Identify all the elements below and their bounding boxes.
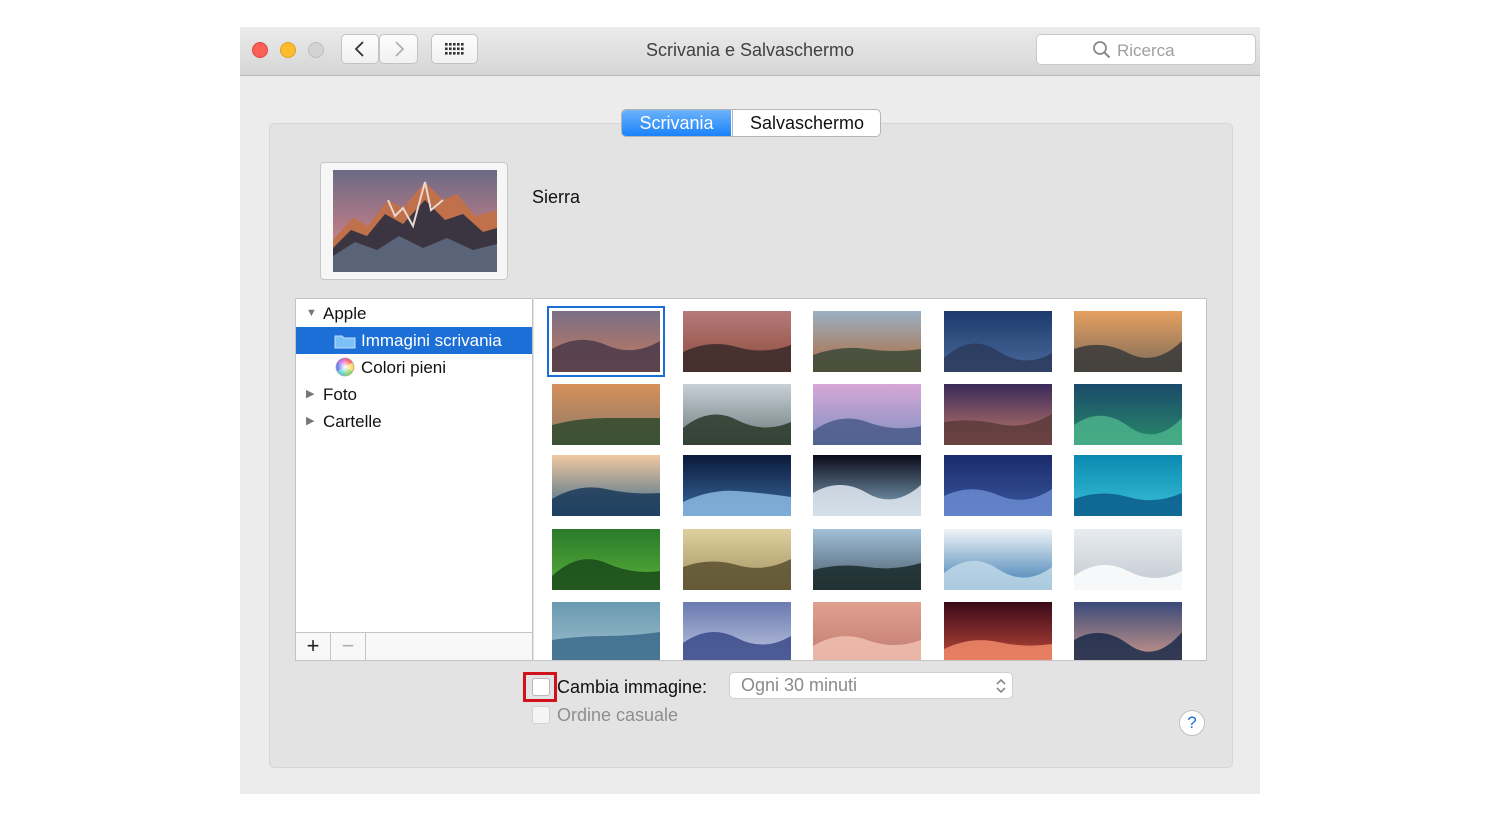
random-order-label: Ordine casuale xyxy=(557,705,679,725)
wallpaper-thumbnail[interactable] xyxy=(1074,311,1182,372)
wallpaper-thumbnail[interactable] xyxy=(552,455,660,516)
source-list: ▼ Apple Immagini scrivania Colori pieni … xyxy=(295,298,533,661)
change-picture-label: Cambia immagine: xyxy=(557,677,708,697)
wallpaper-image xyxy=(683,384,791,445)
disclosure-right-icon: ▶ xyxy=(306,388,315,400)
wallpaper-thumbnail[interactable] xyxy=(813,311,921,372)
wallpaper-image xyxy=(683,529,791,590)
wallpaper-image xyxy=(552,455,660,516)
wallpaper-image xyxy=(1074,529,1182,590)
wallpaper-thumbnail[interactable] xyxy=(1074,602,1182,660)
wallpaper-image xyxy=(1074,384,1182,445)
sidebar-item-colori-pieni[interactable]: Colori pieni xyxy=(296,354,532,381)
title-bar: Scrivania e Salvaschermo Ricerca xyxy=(240,27,1260,76)
sidebar-item-label: Cartelle xyxy=(323,412,382,431)
search-icon xyxy=(1093,41,1111,59)
tab-scrivania[interactable]: Scrivania xyxy=(622,110,731,136)
wallpaper-image xyxy=(813,529,921,590)
wallpaper-image xyxy=(683,455,791,516)
sidebar-item-immagini-scrivania[interactable]: Immagini scrivania xyxy=(296,327,532,354)
add-folder-button[interactable]: + xyxy=(296,633,331,660)
wallpaper-thumbnail[interactable] xyxy=(944,384,1052,445)
wallpaper-thumbnail[interactable] xyxy=(552,529,660,590)
preferences-window: Scrivania e Salvaschermo Ricerca Scrivan… xyxy=(240,27,1260,794)
wallpaper-thumbnail[interactable] xyxy=(683,455,791,516)
wallpaper-thumbnail[interactable] xyxy=(547,306,665,377)
wallpaper-image xyxy=(552,384,660,445)
search-placeholder: Ricerca xyxy=(1117,41,1175,60)
wallpaper-image xyxy=(683,311,791,372)
color-wheel-icon xyxy=(335,357,355,377)
change-picture-checkbox[interactable] xyxy=(532,678,550,696)
wallpaper-image xyxy=(813,311,921,372)
wallpaper-image xyxy=(552,602,660,660)
tab-bar: Scrivania Salvaschermo xyxy=(621,109,881,137)
sidebar-item-foto[interactable]: ▶ Foto xyxy=(296,381,532,408)
sidebar-item-cartelle[interactable]: ▶ Cartelle xyxy=(296,408,532,435)
help-button[interactable]: ? xyxy=(1179,710,1205,736)
wallpaper-image xyxy=(944,455,1052,516)
wallpaper-image xyxy=(683,602,791,660)
search-field[interactable]: Ricerca xyxy=(1036,34,1256,65)
sidebar-item-label: Colori pieni xyxy=(361,358,447,377)
wallpaper-thumbnail[interactable] xyxy=(1074,455,1182,516)
wallpaper-thumbnail[interactable] xyxy=(813,529,921,590)
wallpaper-thumbnail[interactable] xyxy=(813,602,921,660)
sidebar-item-label: Immagini scrivania xyxy=(361,331,502,350)
wallpaper-image xyxy=(944,311,1052,372)
wallpaper-image xyxy=(813,602,921,660)
wallpaper-image xyxy=(1074,311,1182,372)
wallpaper-image xyxy=(1074,455,1182,516)
wallpaper-thumbnail[interactable] xyxy=(683,311,791,372)
wallpaper-thumbnail[interactable] xyxy=(813,384,921,445)
folder-icon xyxy=(334,335,356,349)
random-order-checkbox[interactable] xyxy=(532,706,550,724)
interval-popup[interactable]: Ogni 30 minuti xyxy=(729,672,1013,699)
disclosure-right-icon: ▶ xyxy=(306,415,315,427)
wallpaper-thumbnail[interactable] xyxy=(1074,384,1182,445)
wallpaper-image xyxy=(1074,602,1182,660)
wallpaper-thumbnail[interactable] xyxy=(683,602,791,660)
wallpaper-thumbnail[interactable] xyxy=(944,529,1052,590)
wallpaper-thumbnail[interactable] xyxy=(813,455,921,516)
remove-folder-button[interactable]: − xyxy=(331,633,366,660)
wallpaper-image xyxy=(552,311,660,372)
wallpaper-thumbnail[interactable] xyxy=(944,602,1052,660)
wallpaper-image xyxy=(944,384,1052,445)
wallpaper-thumbnail[interactable] xyxy=(944,311,1052,372)
sidebar-item-label: Apple xyxy=(323,304,367,323)
sidebar-item-apple[interactable]: ▼ Apple xyxy=(296,300,532,327)
wallpaper-image xyxy=(944,529,1052,590)
wallpaper-thumbnail[interactable] xyxy=(1074,529,1182,590)
wallpaper-image xyxy=(813,384,921,445)
wallpaper-image xyxy=(552,529,660,590)
wallpaper-thumbnail[interactable] xyxy=(552,384,660,445)
wallpaper-thumbnail[interactable] xyxy=(683,384,791,445)
wallpaper-image xyxy=(944,602,1052,660)
wallpaper-thumbnail[interactable] xyxy=(552,602,660,660)
up-down-arrows-icon xyxy=(996,678,1006,694)
disclosure-down-icon: ▼ xyxy=(306,307,317,319)
tab-salvaschermo[interactable]: Salvaschermo xyxy=(732,110,880,136)
wallpaper-thumbnail[interactable] xyxy=(944,455,1052,516)
current-picture-preview xyxy=(320,162,508,280)
wallpaper-grid xyxy=(534,298,1207,661)
wallpaper-image xyxy=(813,455,921,516)
source-list-footer: + − xyxy=(296,632,532,660)
sierra-mountain-image xyxy=(333,170,497,272)
current-picture-name: Sierra xyxy=(532,187,581,207)
sidebar-item-label: Foto xyxy=(323,385,358,404)
interval-value: Ogni 30 minuti xyxy=(741,675,858,695)
wallpaper-thumbnail[interactable] xyxy=(683,529,791,590)
